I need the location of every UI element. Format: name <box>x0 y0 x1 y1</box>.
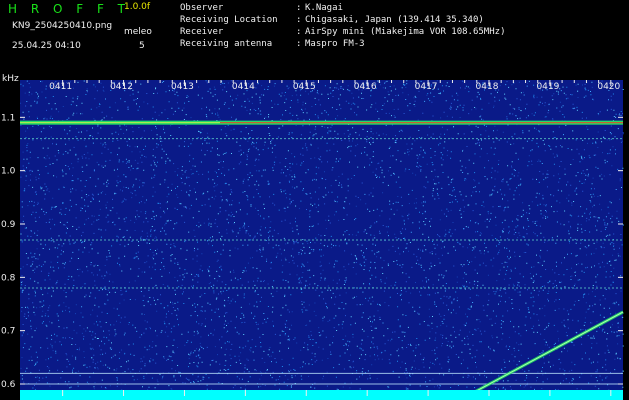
info-separator: : <box>296 3 302 13</box>
file-name: KN9_2504250410.png <box>12 21 113 31</box>
x-tick-label: 0416 <box>354 82 377 92</box>
x-tick-label: 0413 <box>171 82 194 92</box>
meleo-value: 5 <box>139 41 145 51</box>
y-tick-label: 0.6 <box>1 380 16 390</box>
info-key-antenna: Receiving antenna <box>180 39 273 49</box>
y-axis-label: kHz <box>2 74 19 84</box>
info-separator: : <box>296 39 302 49</box>
x-tick-label: 0418 <box>476 82 499 92</box>
info-value-receiver: AirSpy mini (Miakejima VOR 108.65MHz) <box>305 27 506 37</box>
carrier-line <box>20 120 623 125</box>
noise-floor-band <box>20 390 623 400</box>
y-tick-label: 0.9 <box>1 220 16 230</box>
info-key-receiver: Receiver <box>180 27 224 37</box>
info-value-observer: K.Nagai <box>305 3 343 13</box>
spectrogram: 0411 0412 0413 0414 0415 0416 0417 0418 0419 0420… <box>0 72 629 400</box>
x-tick-label: 0420 <box>597 82 620 92</box>
y-tick-label: 1.0 <box>1 167 16 177</box>
y-tick-label: 0.7 <box>1 327 15 337</box>
x-tick-label: 0417 <box>415 82 438 92</box>
x-tick-label: 0414 <box>232 82 255 92</box>
y-tick-label: 1.1 <box>1 113 15 123</box>
header-panel: H R O F F T 1.0.0f KN9_2504250410.png me… <box>0 0 629 70</box>
y-tick-label: 0.8 <box>1 273 16 283</box>
meleo-label: meleo <box>124 27 152 37</box>
x-tick-label: 0412 <box>110 82 133 92</box>
timestamp: 25.04.25 04:10 <box>12 41 81 51</box>
info-value-location: Chigasaki, Japan (139.414 35.340) <box>305 15 484 25</box>
x-tick-label: 0419 <box>536 82 559 92</box>
info-key-location: Receiving Location <box>180 15 278 25</box>
info-separator: : <box>296 27 302 37</box>
x-tick-label: 0415 <box>293 82 316 92</box>
app-version: 1.0.0f <box>124 2 151 12</box>
x-tick-label: 0411 <box>49 82 72 92</box>
app-title: H R O F F T <box>8 2 131 16</box>
info-key-observer: Observer <box>180 3 224 13</box>
info-value-antenna: Maspro FM-3 <box>305 39 365 49</box>
info-separator: : <box>296 15 302 25</box>
